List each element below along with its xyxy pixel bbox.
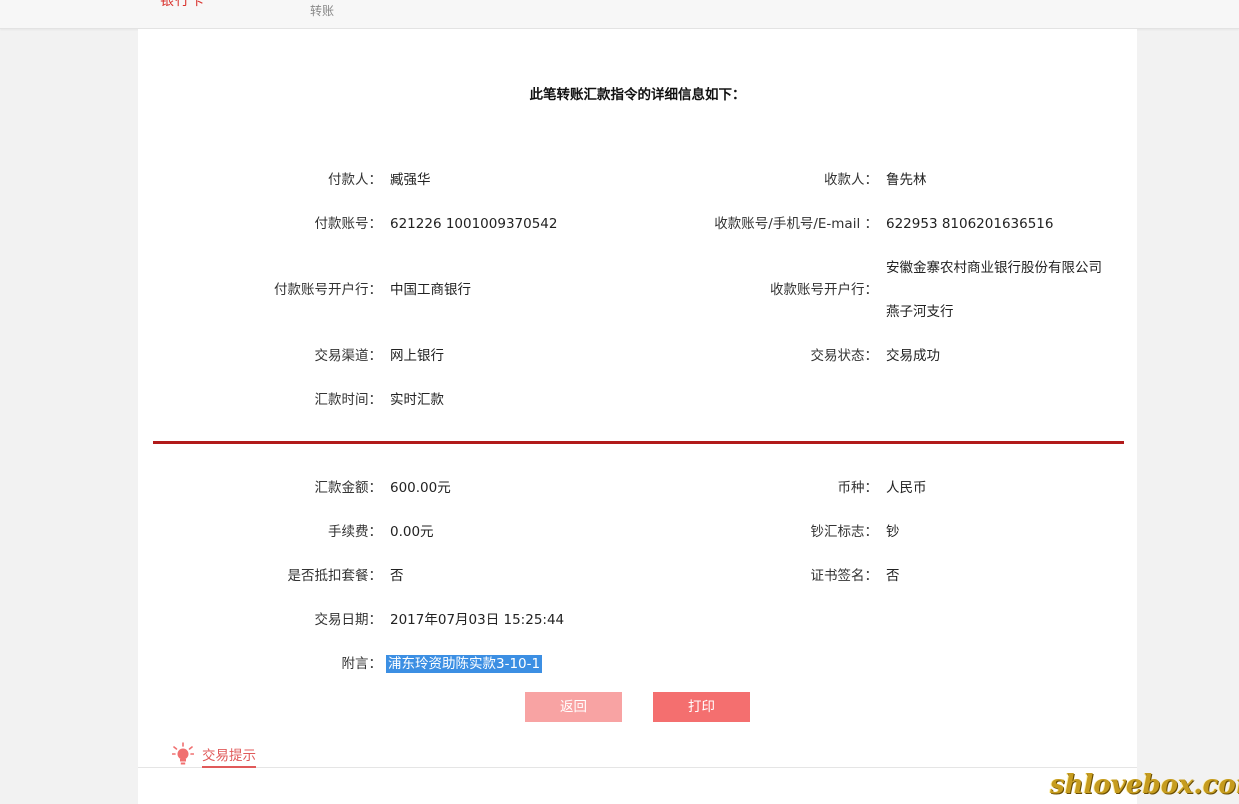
channel-value: 网上银行 (390, 348, 444, 364)
tips-content-area (138, 768, 1137, 804)
status-label: 交易状态： (810, 348, 879, 364)
amount-label: 汇款金额： (314, 480, 383, 496)
trade-date-value: 2017年07月03日 15:25:44 (390, 612, 565, 628)
fee-value: 0.00元 (390, 524, 434, 540)
top-nav-bar: 银行卡 转账 (0, 0, 1239, 29)
status-value: 交易成功 (886, 348, 940, 364)
detail-row-payer: 付款人： 臧强华 收款人： 鲁先林 (138, 170, 1137, 190)
package-label: 是否抵扣套餐： (287, 568, 383, 584)
payer-bank-label: 付款账号开户行： (274, 282, 382, 298)
payer-account-value: 621226 1001009370542 (390, 216, 558, 232)
detail-row-channel: 交易渠道： 网上银行 交易状态： 交易成功 (138, 346, 1137, 366)
payer-value: 臧强华 (390, 172, 431, 188)
nav-sub-label[interactable]: 转账 (310, 2, 334, 19)
memo-selected-text[interactable]: 浦东玲资助陈实款3-10-1 (386, 655, 543, 673)
back-button[interactable]: 返回 (525, 692, 622, 722)
cash-flag-value: 钞 (886, 524, 900, 540)
payer-bank-value: 中国工商银行 (390, 282, 471, 298)
detail-row-package: 是否抵扣套餐： 否 证书签名： 否 (138, 566, 1137, 586)
watermark-text: shlovebox.com (1050, 770, 1239, 800)
remit-time-label: 汇款时间： (314, 392, 383, 408)
tab-transaction-tips[interactable]: 交易提示 (202, 744, 256, 768)
package-value: 否 (390, 568, 404, 584)
detail-row-time: 汇款时间： 实时汇款 (138, 390, 1137, 410)
payer-account-label: 付款账号： (314, 216, 383, 232)
remit-time-value: 实时汇款 (390, 392, 444, 408)
detail-row-bank: 付款账号开户行： 中国工商银行 收款账号开户行： (138, 280, 1137, 300)
payee-bank-value-line1: 安徽金寨农村商业银行股份有限公司 (886, 260, 1102, 276)
cash-flag-label: 钞汇标志： (810, 524, 879, 540)
fee-label: 手续费： (328, 524, 382, 540)
payee-bank-value-line2: 燕子河支行 (886, 304, 954, 320)
print-button[interactable]: 打印 (653, 692, 750, 722)
lightbulb-icon (171, 742, 195, 766)
payer-label: 付款人： (328, 172, 382, 188)
page-title: 此笔转账汇款指令的详细信息如下： (529, 87, 746, 103)
cert-label: 证书签名： (810, 568, 879, 584)
detail-row-bank-line1: 安徽金寨农村商业银行股份有限公司 (138, 258, 1137, 278)
trade-date-label: 交易日期： (314, 612, 383, 628)
detail-row-amount: 汇款金额： 600.00元 币种： 人民币 (138, 478, 1137, 498)
payee-bank-label: 收款账号开户行： (770, 282, 878, 298)
transfer-detail-card: 此笔转账汇款指令的详细信息如下： 付款人： 臧强华 收款人： 鲁先林 付款账号：… (138, 29, 1137, 731)
payee-label: 收款人： (824, 172, 878, 188)
detail-row-fee: 手续费： 0.00元 钞汇标志： 钞 (138, 522, 1137, 542)
section-divider (153, 441, 1124, 444)
detail-row-bank-line2: 燕子河支行 (138, 302, 1137, 322)
amount-value: 600.00元 (390, 480, 451, 496)
payee-account-label: 收款账号/手机号/E-mail ： (714, 216, 878, 232)
detail-row-date: 交易日期： 2017年07月03日 15:25:44 (138, 610, 1137, 630)
detail-row-memo: 附言： 浦东玲资助陈实款3-10-1 (138, 654, 1137, 674)
currency-label: 币种： (837, 480, 879, 496)
cert-value: 否 (886, 568, 900, 584)
transaction-tips-bar: 交易提示 (138, 731, 1137, 768)
nav-tab-active[interactable]: 银行卡 (160, 0, 205, 10)
payee-account-value: 622953 8106201636516 (886, 216, 1054, 232)
channel-label: 交易渠道： (314, 348, 383, 364)
memo-label: 附言： (341, 656, 383, 672)
memo-value[interactable]: 浦东玲资助陈实款3-10-1 (386, 654, 543, 674)
payee-value: 鲁先林 (886, 172, 927, 188)
detail-row-account: 付款账号： 621226 1001009370542 收款账号/手机号/E-ma… (138, 214, 1137, 234)
currency-value: 人民币 (886, 480, 927, 496)
